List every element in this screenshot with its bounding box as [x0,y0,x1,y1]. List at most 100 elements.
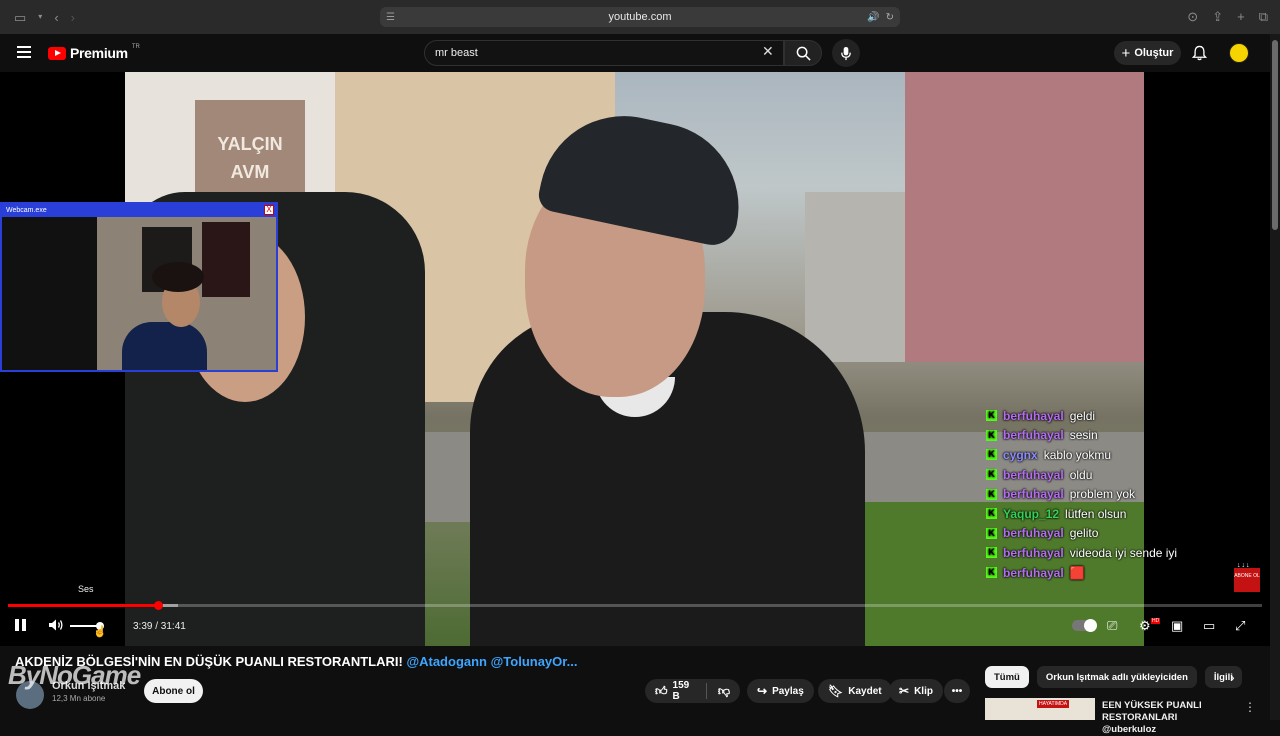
filter-chip[interactable]: İlgili [1204,666,1242,688]
chat-message: Kberfuhayal problem yok [986,484,1226,504]
chat-username: berfuhayal [1003,565,1064,580]
voice-search-button[interactable] [832,39,860,67]
video-title-tags[interactable]: @Atadogann @TolunayOr... [406,654,577,669]
cast-icon[interactable]: ▭ [1203,618,1215,634]
share-icon[interactable]: ⇪ [1212,9,1223,25]
page-scrollbar[interactable] [1270,34,1280,720]
like-count: 159 B [672,680,690,702]
chevron-right-icon[interactable]: › [1230,669,1235,685]
settings-gear-icon[interactable]: ⚙ [1139,618,1151,634]
filter-chip[interactable]: Tümü [985,666,1029,688]
recommended-thumbnail[interactable]: HAYATIMDA [985,698,1095,720]
search-button[interactable] [784,40,822,66]
chat-username: berfuhayal [1003,545,1064,560]
chat-username: Yaqup_12 [1003,506,1060,521]
like-dislike-group: 👍︎ 159 B 👎︎ [645,679,740,703]
chat-text: oldu [1069,467,1093,482]
chat-username: berfuhayal [1003,467,1064,482]
building [805,192,915,362]
more-vertical-icon[interactable]: ⋮ [1244,700,1256,714]
autoplay-toggle[interactable] [1072,619,1097,632]
kick-logo-icon: K [986,410,997,422]
browser-toolbar: ▭ ▾ ‹ › ☰ youtube.com 🔊 ↻ ⊙ ⇪ + ⧉ [0,0,1280,34]
recommended-title[interactable]: EEN YÜKSEK PUANLI RESTORANLARI @uberkulo… [1102,700,1232,736]
chat-text: geldi [1069,408,1096,423]
save-button[interactable]: 🔖︎ Kaydet [818,679,892,703]
chat-text: sesin [1069,428,1098,443]
share-button[interactable]: ↪ Paylaş [747,679,814,703]
tab-overview-icon[interactable]: ⧉ [1259,9,1268,25]
webcam-window: Webcam.exe X [0,202,278,372]
account-avatar[interactable] [1229,43,1249,63]
more-horizontal-icon: ••• [951,685,963,697]
forward-icon[interactable]: › [71,11,75,24]
create-button[interactable]: + Oluştur [1114,41,1181,65]
search-value: mr beast [435,47,478,59]
filter-chip[interactable]: Orkun Işıtmak adlı yükleyiciden [1036,666,1197,688]
sign-line-2: AVM [230,162,270,182]
chat-username: cygnx [1003,447,1038,462]
more-actions-button[interactable]: ••• [944,679,970,703]
kick-logo-icon: K [986,488,997,500]
pause-icon[interactable] [15,619,26,631]
chat-text: videoda iyi sende iyi [1069,545,1178,560]
thumbs-down-icon: 👎︎ [717,683,730,698]
kick-logo-icon: K [986,429,997,441]
kick-logo-icon: K [986,547,997,559]
like-button[interactable]: 👍︎ 159 B [655,680,695,702]
reload-icon[interactable]: ↻ [886,12,894,23]
dislike-button[interactable]: 👎︎ [718,684,730,699]
chat-overlay: Kberfuhayal geldi Kberfuhayal sesin Kcygnx ka… [986,406,1226,582]
channel-subscriber-count: 12,3 Mn abone [52,694,106,703]
thumbnail-badge: HAYATIMDA [1037,700,1070,708]
progress-scrubber[interactable] [154,601,163,610]
save-label: Kaydet [848,685,882,697]
chat-text: lütfen olsun [1065,506,1127,521]
sign-line-1: YALÇIN [217,134,283,154]
new-tab-icon[interactable]: + [1237,9,1245,25]
miniplayer-icon[interactable]: ▣ [1171,618,1183,634]
chat-text: gelito [1069,526,1099,541]
scroll-thumb[interactable] [1272,40,1278,230]
subscribe-button[interactable]: Abone ol [144,679,203,703]
progress-bar[interactable] [8,601,1262,610]
notifications-bell-icon[interactable] [1192,45,1207,61]
video-player[interactable]: YALÇIN AVM Webcam.exe X Kberfuhayal geldi… [0,72,1270,646]
download-icon[interactable]: ⊙ [1187,9,1198,25]
address-bar[interactable]: ☰ youtube.com 🔊 ↻ [380,7,900,27]
stream-watermark: ByNoGame [8,660,141,690]
share-label: Paylaş [772,685,804,697]
share-arrow-icon: ↪ [757,684,768,698]
subscribe-badge: ABONE OL [1234,568,1260,592]
chat-message: Kcygnx kablo yokmu [986,445,1226,465]
audio-playing-icon[interactable]: 🔊 [867,12,879,23]
youtube-logo[interactable]: Premium TR [48,44,140,61]
menu-icon[interactable] [17,46,31,58]
chat-message: Kberfuhayal gelito [986,524,1226,544]
fullscreen-icon[interactable]: ⤢ [1235,618,1245,634]
search-input[interactable]: mr beast [424,40,784,66]
back-icon[interactable]: ‹ [54,11,58,24]
clip-button[interactable]: ✂ Klip [889,679,943,703]
webcam-title: Webcam.exe [2,204,276,217]
hd-badge: HD [1151,618,1161,624]
subtitles-icon[interactable]: ⎚ [1107,618,1117,634]
youtube-play-logo-icon [48,46,66,60]
thumbs-up-icon: 👍︎ [655,683,668,698]
chat-text: kablo yokmu [1043,447,1112,462]
chat-username: berfuhayal [1003,408,1064,423]
volume-tooltip: Ses [78,584,94,594]
progress-played [8,604,158,607]
clear-search-icon[interactable]: ✕ [762,43,774,60]
clip-label: Klip [914,685,933,697]
streamer-hair [152,262,204,292]
sidebar-toggle-icon[interactable]: ▭ [14,11,26,24]
chevron-down-icon[interactable]: ▾ [38,13,42,21]
webcam-close-icon: X [264,205,274,215]
chat-message: Kberfuhayal 🟥 [986,563,1226,583]
search-icon [796,46,811,61]
chat-username: berfuhayal [1003,487,1064,502]
volume-icon[interactable] [48,618,64,632]
page-settings-icon[interactable]: ☰ [386,12,395,23]
time-display: 3:39 / 31:41 [133,621,186,632]
